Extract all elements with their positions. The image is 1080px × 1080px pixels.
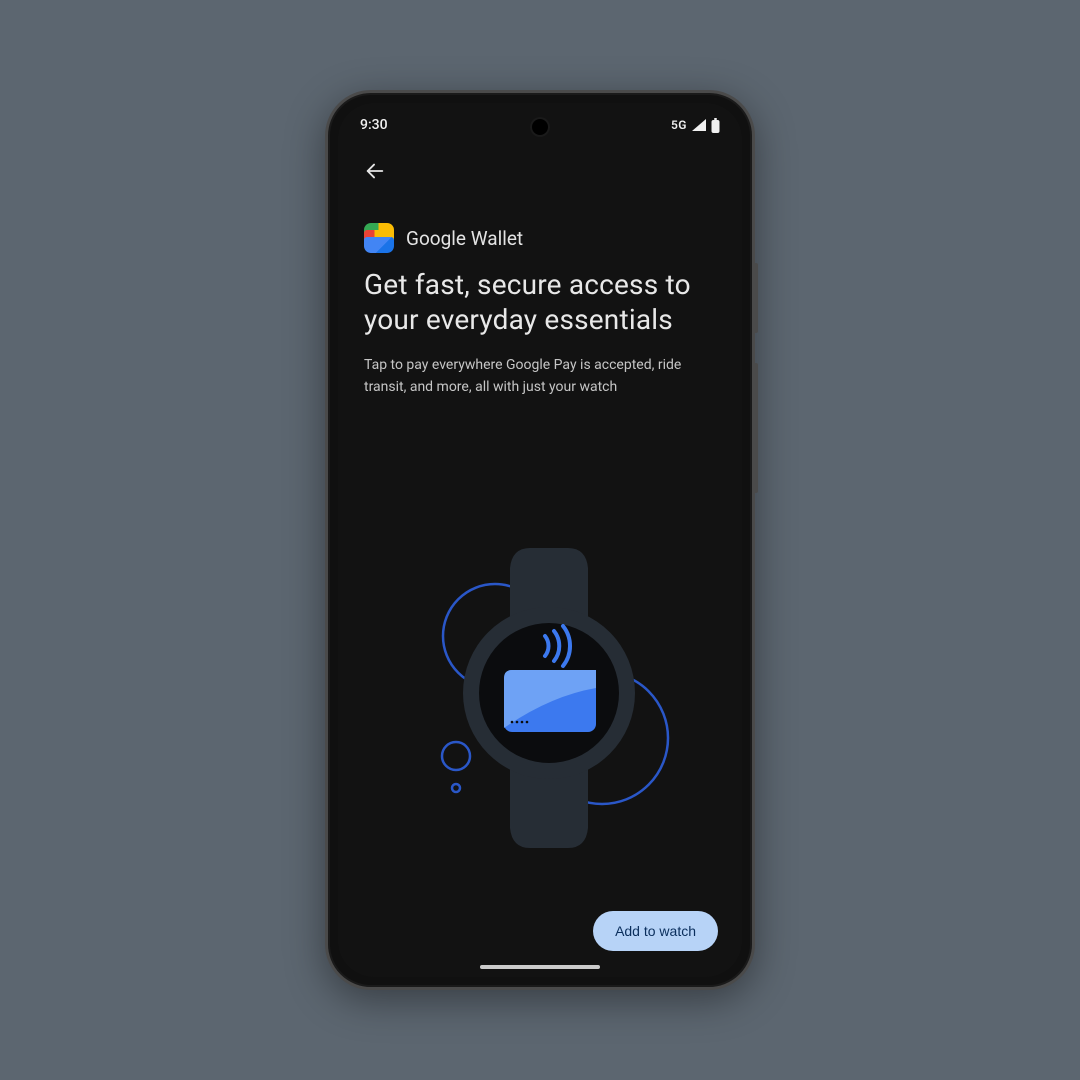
signal-icon	[691, 118, 707, 132]
app-header: Google Wallet	[364, 223, 716, 253]
screen: 9:30 5G	[338, 103, 742, 977]
volume-button	[754, 363, 758, 493]
add-to-watch-button[interactable]: Add to watch	[593, 911, 718, 951]
battery-icon	[711, 118, 720, 133]
phone-frame: 9:30 5G	[325, 90, 755, 990]
network-5g-label: 5G	[671, 118, 687, 132]
app-title: Google Wallet	[406, 227, 523, 250]
page-headline: Get fast, secure access to your everyday…	[364, 267, 716, 337]
status-indicators: 5G	[671, 118, 720, 133]
back-arrow-icon	[364, 160, 386, 182]
power-button	[754, 263, 758, 333]
watch-illustration	[338, 513, 742, 873]
status-time: 9:30	[360, 117, 388, 133]
nav-handle[interactable]	[480, 965, 600, 969]
page-subtext: Tap to pay everywhere Google Pay is acce…	[364, 355, 716, 398]
back-button[interactable]	[358, 154, 392, 192]
content-area: Google Wallet Get fast, secure access to…	[338, 147, 742, 398]
front-camera	[532, 119, 548, 135]
footer: Add to watch	[338, 911, 742, 951]
google-wallet-icon	[364, 223, 394, 253]
